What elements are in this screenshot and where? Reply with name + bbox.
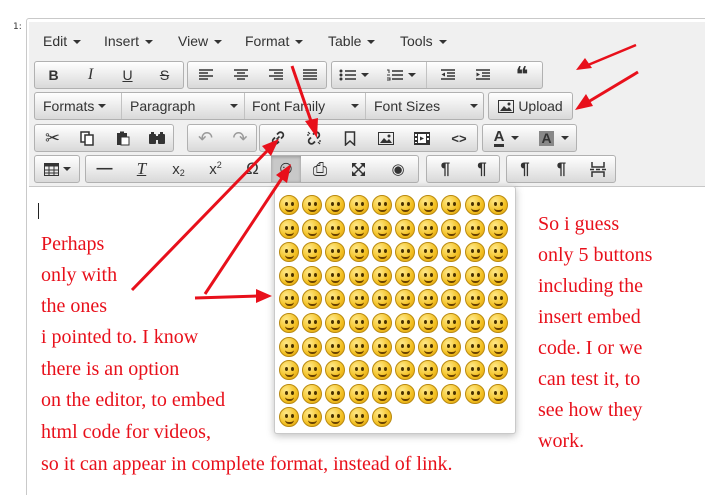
arrow-to-upload: [587, 70, 639, 104]
arrow-to-unlink: [290, 65, 314, 125]
annotation-arrows: [130, 43, 639, 303]
arrow-to-blockquote: [587, 43, 637, 67]
arrow-to-emoticon-popup: [194, 294, 259, 300]
arrow-to-emoticons: [203, 177, 284, 295]
arrow-to-link: [130, 148, 270, 292]
